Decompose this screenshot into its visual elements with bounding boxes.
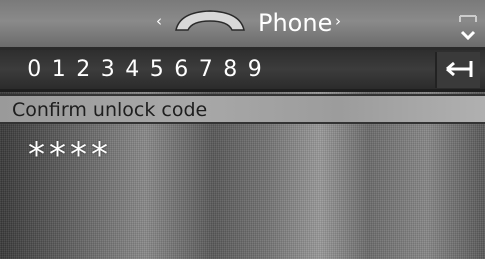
prompt-label: Confirm unlock code	[12, 99, 208, 121]
digit-key-3[interactable]: 3	[96, 57, 121, 82]
digit-key-5[interactable]: 5	[145, 57, 170, 82]
digit-key-4[interactable]: 4	[120, 57, 145, 82]
digit-key-9[interactable]: 9	[243, 57, 268, 82]
digit-key-2[interactable]: 2	[71, 57, 96, 82]
digit-keypad: 0 1 2 3 4 5 6 7 8 9	[0, 50, 485, 92]
keypad-digits: 0 1 2 3 4 5 6 7 8 9	[22, 57, 267, 82]
phone-handset-icon	[170, 8, 250, 34]
digit-key-7[interactable]: 7	[194, 57, 219, 82]
page-title: Phone	[258, 9, 333, 37]
backspace-button[interactable]	[435, 52, 480, 88]
digit-key-8[interactable]: 8	[218, 57, 243, 82]
next-screen-arrow[interactable]: ›	[335, 12, 341, 30]
expand-down-icon[interactable]	[454, 12, 482, 44]
phone-unlock-screen: ‹ Phone › 0 1 2 3 4 5 6 7 8 9 Confirm un…	[0, 0, 485, 259]
digit-key-6[interactable]: 6	[169, 57, 194, 82]
masked-code-field: ****	[28, 135, 112, 175]
backspace-icon	[446, 61, 473, 77]
digit-key-1[interactable]: 1	[47, 57, 72, 82]
digit-key-0[interactable]: 0	[22, 57, 47, 82]
title-bar: ‹ Phone ›	[0, 0, 485, 50]
prompt-bar: Confirm unlock code	[0, 94, 485, 124]
previous-screen-arrow[interactable]: ‹	[156, 12, 162, 30]
